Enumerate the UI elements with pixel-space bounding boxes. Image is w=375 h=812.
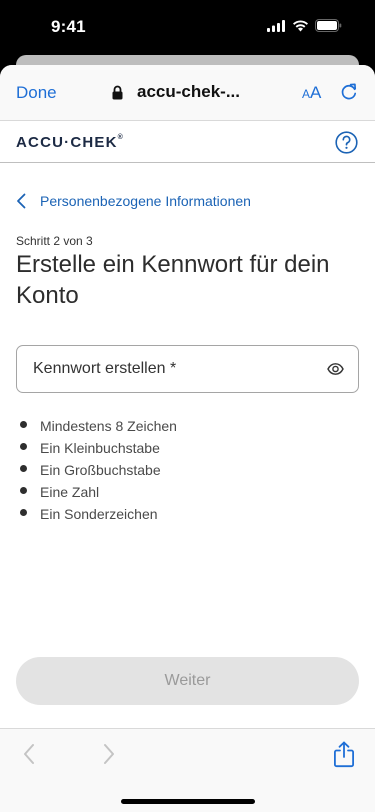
text-size-small-letter: A [302,87,311,101]
browser-sheet: Done accu-chek-... AA ACCU·CHEK® Persone… [0,65,375,812]
status-icons [267,19,342,32]
back-link[interactable]: Personenbezogene Informationen [16,193,251,209]
cellular-signal-icon [267,19,285,32]
password-placeholder: Kennwort erstellen * [33,360,177,377]
browser-top-bar: Done accu-chek-... AA [0,65,375,121]
done-button[interactable]: Done [16,83,57,103]
bullet-icon [20,421,27,428]
help-icon[interactable] [335,131,358,154]
logo-text: ACCU·CHEK [16,134,118,151]
home-indicator [121,799,255,804]
battery-icon [315,19,342,32]
reload-icon[interactable] [339,82,359,102]
logo-registered-mark: ® [117,134,124,141]
address-bar[interactable]: accu-chek-... [112,82,240,102]
bullet-icon [20,509,27,516]
password-input[interactable]: Kennwort erstellen * [16,345,359,393]
requirement-item: Eine Zahl [20,482,177,504]
status-bar: 9:41 [0,0,375,56]
requirement-item: Ein Großbuchstabe [20,460,177,482]
requirement-text: Mindestens 8 Zeichen [40,418,177,434]
weiter-button[interactable]: Weiter [16,657,359,705]
step-indicator: Schritt 2 von 3 [16,234,93,248]
text-size-large-letter: A [310,83,322,102]
lock-icon [112,85,123,99]
accu-chek-logo[interactable]: ACCU·CHEK® [16,134,124,151]
bullet-icon [20,487,27,494]
bullet-icon [20,465,27,472]
share-icon[interactable] [333,741,355,768]
wifi-icon [293,19,308,31]
text-size-button[interactable]: AA [302,83,321,103]
requirement-item: Mindestens 8 Zeichen [20,416,177,438]
status-time: 9:41 [51,17,86,36]
page-title: Erstelle ein Kennwort für dein Konto [16,251,330,309]
requirement-text: Eine Zahl [40,484,100,500]
chevron-left-icon [17,193,26,209]
requirement-item: Ein Sonderzeichen [20,504,177,526]
back-link-label: Personenbezogene Informationen [40,193,251,209]
chevron-left-icon[interactable] [22,743,36,765]
site-header: ACCU·CHEK® [0,121,375,163]
eye-icon[interactable] [327,362,344,376]
requirement-text: Ein Großbuchstabe [40,462,161,478]
url-text: accu-chek-... [137,82,240,101]
chevron-right-icon[interactable] [102,743,116,765]
requirement-item: Ein Kleinbuchstabe [20,438,177,460]
browser-bottom-toolbar [0,728,375,812]
requirement-text: Ein Sonderzeichen [40,506,158,522]
requirement-text: Ein Kleinbuchstabe [40,440,160,456]
bullet-icon [20,443,27,450]
password-requirements-list: Mindestens 8 Zeichen Ein Kleinbuchstabe … [20,416,177,526]
